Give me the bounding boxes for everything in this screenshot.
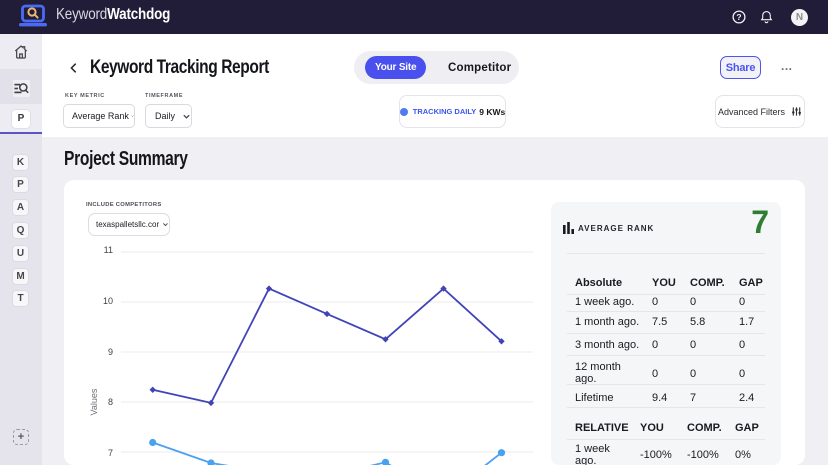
svg-text:8: 8 [108, 397, 113, 407]
svg-text:9: 9 [108, 347, 113, 357]
svg-text:Values: Values [89, 388, 99, 415]
svg-text:11: 11 [104, 245, 113, 255]
svg-text:10: 10 [103, 296, 113, 306]
svg-text:7: 7 [108, 448, 113, 458]
svg-text:?: ? [736, 12, 741, 22]
